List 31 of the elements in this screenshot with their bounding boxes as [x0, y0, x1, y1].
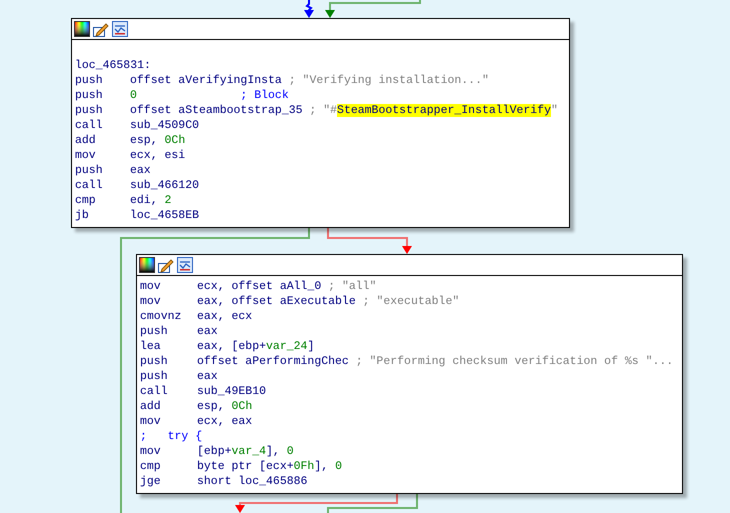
color-palette-icon[interactable]	[139, 257, 155, 273]
code-line: mov ecx, esi	[75, 148, 186, 163]
code-line: push offset aPerformingChec ; "Performing checksum verification of %s "...	[140, 354, 674, 369]
code-line: cmovnz eax, ecx	[140, 309, 254, 324]
code-line: add esp, 0Ch	[140, 399, 254, 414]
pencil-icon[interactable]	[93, 21, 109, 37]
code-line: lea eax, [ebp+var_24]	[140, 339, 316, 354]
code-line: mov [ebp+var_4], 0	[140, 444, 295, 459]
graph-view-icon[interactable]	[177, 257, 193, 273]
code-line: mov eax, offset aExecutable ; "executable"	[140, 294, 460, 309]
code-line: push offset aVerifyingInsta ; "Verifying installation..."	[75, 73, 490, 88]
code-line: jb loc_4658EB	[75, 208, 200, 223]
code-line: jge short loc_465886	[140, 474, 308, 489]
code-label: loc_465831:	[75, 58, 152, 73]
color-palette-icon[interactable]	[74, 21, 90, 37]
code-line: push eax	[140, 369, 219, 384]
code-line: push eax	[75, 163, 152, 178]
code-line: add esp, 0Ch	[75, 133, 186, 148]
code-line: cmp edi, 2	[75, 193, 172, 208]
code-line: push eax	[140, 324, 219, 339]
code-line: call sub_466120	[75, 178, 200, 193]
pencil-icon[interactable]	[158, 257, 174, 273]
code-line: mov ecx, offset aAll_0 ; "all"	[140, 279, 378, 294]
code-line: push 0 ; Block	[75, 88, 290, 103]
code-line: push offset aSteambootstrap_35 ; "#SteamBootstrapper_InstallVerify"	[75, 103, 559, 118]
graph-view-icon[interactable]	[112, 21, 128, 37]
code-line: cmp byte ptr [ecx+0Fh], 0	[140, 459, 343, 474]
code-comment: ; try {	[140, 429, 204, 444]
code-line: mov ecx, eax	[140, 414, 254, 429]
code-line: call sub_49EB10	[140, 384, 268, 399]
code-line: call sub_4509C0	[75, 118, 200, 133]
